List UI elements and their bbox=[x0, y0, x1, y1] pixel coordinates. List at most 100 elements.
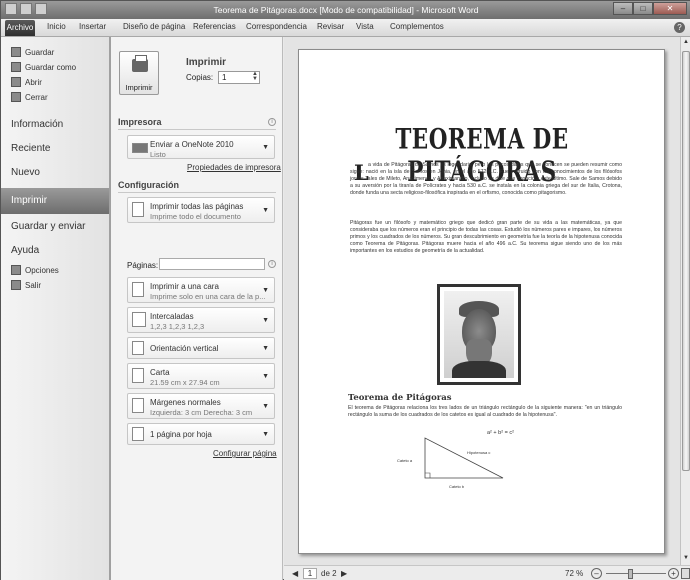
section-title: Teorema de Pitágoras bbox=[348, 393, 452, 403]
tab-archivo[interactable]: Archivo bbox=[5, 20, 35, 36]
triangle-diagram: a² + b² = c² Cateto a Hipotenusa c Catet… bbox=[397, 430, 514, 489]
title-bar: Teorema de Pitágoras.docx [Modo de compa… bbox=[1, 1, 690, 19]
page-total: de 2 bbox=[321, 569, 337, 578]
nav-guardar-como[interactable]: Guardar como bbox=[11, 62, 76, 72]
window-controls: – □ ✕ bbox=[613, 2, 687, 15]
options-icon bbox=[11, 265, 21, 275]
info-icon: i bbox=[268, 260, 276, 268]
tab-diseno-de-pagina[interactable]: Diseño de página bbox=[123, 22, 185, 31]
preview-status-bar: ◀ 1 de 2 ▶ 72 % – + bbox=[284, 565, 690, 580]
collation-dropdown[interactable]: Intercaladas 1,2,3 1,2,3 1,2,3 ▼ bbox=[127, 307, 275, 333]
maximize-button[interactable]: □ bbox=[633, 2, 653, 15]
pages-input[interactable] bbox=[159, 258, 265, 270]
print-settings-panel: Imprimir Imprimir Copias: 1 ▲ ▼ Impresora… bbox=[111, 37, 283, 580]
printer-icon bbox=[132, 143, 148, 153]
nav-ayuda[interactable]: Ayuda bbox=[11, 245, 39, 256]
nav-reciente[interactable]: Reciente bbox=[11, 143, 50, 154]
next-page-icon[interactable]: ▶ bbox=[341, 569, 347, 578]
paper-size-icon bbox=[132, 368, 144, 383]
copies-spinner[interactable]: 1 ▲ ▼ bbox=[218, 71, 260, 84]
tab-revisar[interactable]: Revisar bbox=[317, 22, 344, 31]
exit-icon bbox=[11, 280, 21, 290]
nav-cerrar[interactable]: Cerrar bbox=[11, 92, 48, 102]
info-icon: i bbox=[268, 118, 276, 126]
document-paragraph: a vida de Pitágoras de Samos es legendar… bbox=[350, 162, 622, 196]
tab-referencias[interactable]: Referencias bbox=[193, 22, 236, 31]
chevron-down-icon: ▼ bbox=[262, 403, 269, 410]
tab-vista[interactable]: Vista bbox=[356, 22, 374, 31]
preview-scrollbar[interactable]: ▲ ▼ bbox=[680, 37, 690, 565]
save-as-icon bbox=[11, 62, 21, 72]
nav-imprimir[interactable]: Imprimir bbox=[1, 188, 109, 214]
section-paragraph: El teorema de Pitágoras relaciona los tr… bbox=[348, 405, 622, 418]
orientation-dropdown[interactable]: Orientación vertical ▼ bbox=[127, 337, 275, 359]
chevron-down-icon: ▼ bbox=[262, 373, 269, 380]
zoom-slider-thumb[interactable] bbox=[628, 569, 633, 579]
zoom-level[interactable]: 72 % bbox=[565, 569, 583, 578]
settings-heading: Configuración bbox=[118, 180, 179, 190]
save-icon bbox=[11, 47, 21, 57]
chevron-down-icon: ▼ bbox=[262, 287, 269, 294]
tab-insertar[interactable]: Insertar bbox=[79, 22, 106, 31]
print-heading: Imprimir bbox=[186, 57, 227, 68]
printer-icon bbox=[132, 55, 148, 72]
nav-informacion[interactable]: Información bbox=[11, 119, 63, 130]
portrait-orientation-icon bbox=[132, 341, 144, 355]
chevron-down-icon: ▼ bbox=[262, 144, 269, 151]
zoom-slider[interactable] bbox=[606, 573, 666, 574]
pythagoras-portrait-image bbox=[437, 284, 521, 385]
document-paragraph: Pitágoras fue un filósofo y matemático g… bbox=[350, 220, 622, 254]
nav-abrir[interactable]: Abrir bbox=[11, 77, 42, 87]
margins-dropdown[interactable]: Márgenes normales Izquierda: 3 cm Derech… bbox=[127, 393, 275, 419]
scrollbar-thumb[interactable] bbox=[682, 51, 690, 471]
tab-inicio[interactable]: Inicio bbox=[47, 22, 66, 31]
nav-nuevo[interactable]: Nuevo bbox=[11, 167, 40, 178]
paper-size-dropdown[interactable]: Carta 21.59 cm x 27.94 cm ▼ bbox=[127, 363, 275, 389]
cateto-b-label: Cateto b bbox=[449, 484, 465, 489]
printer-properties-link[interactable]: Propiedades de impresora bbox=[187, 163, 281, 172]
one-sided-icon bbox=[132, 282, 144, 297]
close-folder-icon bbox=[11, 92, 21, 102]
tab-complementos[interactable]: Complementos bbox=[390, 22, 444, 31]
page-setup-link[interactable]: Configurar página bbox=[213, 449, 277, 458]
sides-dropdown[interactable]: Imprimir a una cara Imprime solo en una … bbox=[127, 277, 275, 303]
print-button[interactable]: Imprimir bbox=[119, 51, 159, 95]
scroll-down-icon[interactable]: ▼ bbox=[682, 555, 690, 561]
hipotenusa-label: Hipotenusa c bbox=[467, 450, 490, 455]
scroll-up-icon[interactable]: ▲ bbox=[682, 39, 690, 45]
backstage-nav: Guardar Guardar como Abrir Cerrar Inform… bbox=[1, 37, 111, 580]
divider bbox=[118, 129, 276, 130]
margins-icon bbox=[132, 398, 144, 413]
pages-per-sheet-icon bbox=[132, 427, 144, 441]
print-range-dropdown[interactable]: Imprimir todas las páginas Imprime todo … bbox=[127, 197, 275, 223]
pages-label: Páginas: bbox=[127, 261, 159, 270]
cateto-a-label: Cateto a bbox=[397, 458, 413, 463]
open-folder-icon bbox=[11, 77, 21, 87]
minimize-button[interactable]: – bbox=[613, 2, 633, 15]
nav-opciones[interactable]: Opciones bbox=[11, 265, 59, 275]
chevron-down-icon: ▼ bbox=[262, 345, 269, 352]
pages-per-sheet-dropdown[interactable]: 1 página por hoja ▼ bbox=[127, 423, 275, 445]
chevron-down-icon: ▼ bbox=[262, 207, 269, 214]
printer-dropdown[interactable]: Enviar a OneNote 2010 Listo ▼ bbox=[127, 135, 275, 159]
nav-guardar-y-enviar[interactable]: Guardar y enviar bbox=[11, 221, 85, 232]
collated-icon bbox=[132, 312, 146, 327]
help-icon[interactable]: ? bbox=[674, 22, 685, 33]
chevron-down-icon: ▼ bbox=[262, 431, 269, 438]
tab-correspondencia[interactable]: Correspondencia bbox=[246, 22, 307, 31]
page-number-input[interactable]: 1 bbox=[303, 568, 317, 579]
nav-salir[interactable]: Salir bbox=[11, 280, 41, 290]
window-title: Teorema de Pitágoras.docx [Modo de compa… bbox=[213, 5, 479, 15]
close-button[interactable]: ✕ bbox=[653, 2, 687, 15]
chevron-down-icon: ▼ bbox=[262, 317, 269, 324]
nav-guardar[interactable]: Guardar bbox=[11, 47, 54, 57]
document-pages-icon bbox=[132, 202, 144, 217]
previous-page-icon[interactable]: ◀ bbox=[292, 569, 298, 578]
zoom-out-icon[interactable]: – bbox=[591, 568, 602, 579]
zoom-in-icon[interactable]: + bbox=[668, 568, 679, 579]
spinner-arrows-icon[interactable]: ▲ ▼ bbox=[252, 71, 258, 82]
divider bbox=[118, 192, 276, 193]
ribbon-tab-bar: Archivo Inicio Insertar Diseño de página… bbox=[1, 19, 690, 37]
zoom-to-page-icon[interactable] bbox=[681, 568, 690, 579]
document-page-preview: TEOREMA DE PITÁGORAS L a vida de Pitágor… bbox=[298, 49, 665, 554]
